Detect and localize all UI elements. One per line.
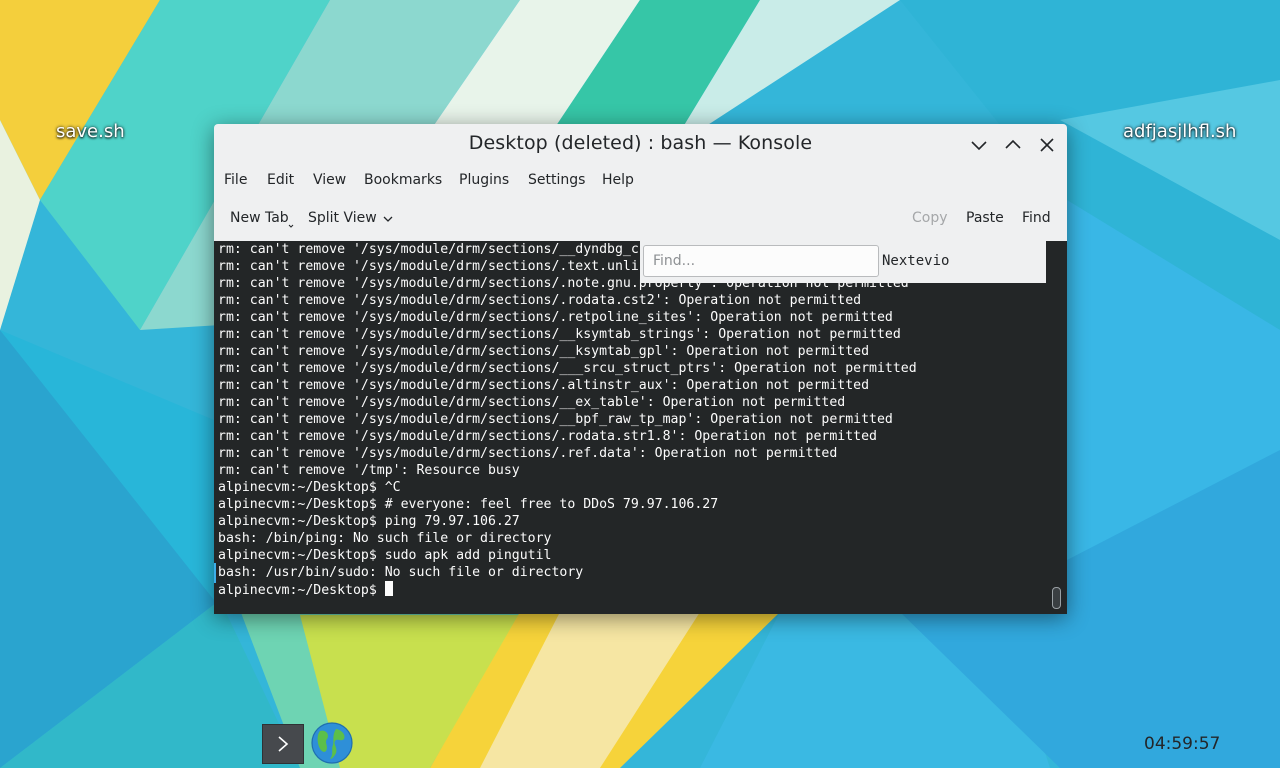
terminal-line: bash: /bin/ping: No such file or directo…: [218, 531, 552, 546]
terminal-line: rm: can't remove '/sys/module/drm/sectio…: [218, 429, 877, 444]
minimize-button[interactable]: [968, 134, 990, 156]
clock[interactable]: 04:59:57: [1144, 734, 1220, 754]
dropdown-arrow-icon: [288, 224, 294, 228]
desktop-icon-save-sh[interactable]: save.sh: [56, 121, 125, 142]
terminal-line: rm: can't remove '/sys/module/drm/sectio…: [218, 361, 917, 376]
terminal-line: alpinecvm:~/Desktop$ # everyone: feel fr…: [218, 497, 719, 512]
terminal-line: rm: can't remove '/sys/module/drm/sectio…: [218, 293, 862, 308]
desktop-icon-adfjasjlhfl-sh[interactable]: adfjasjlhfl.sh: [1123, 121, 1236, 142]
terminal-line: rm: can't remove '/sys/module/drm/sectio…: [218, 344, 870, 359]
menu-view[interactable]: View: [313, 172, 346, 188]
terminal-line: bash: /usr/bin/sudo: No such file or dir…: [218, 565, 584, 580]
terminal-line: rm: can't remove '/sys/module/drm/sectio…: [218, 378, 870, 393]
maximize-button[interactable]: [1002, 134, 1024, 156]
terminal-prompt-line: alpinecvm:~/Desktop$: [218, 581, 917, 598]
konsole-window: Desktop (deleted) : bash — Konsole File …: [214, 124, 1067, 614]
terminal-view[interactable]: rm: can't remove '/sys/module/drm/sectio…: [214, 241, 1067, 614]
paste-button[interactable]: Paste: [966, 210, 1004, 226]
terminal-prompt: alpinecvm:~/Desktop$: [218, 583, 385, 598]
toolbar: New Tab Split View Copy Paste Find: [214, 206, 1067, 232]
web-browser-icon[interactable]: [310, 721, 354, 765]
terminal-line: rm: can't remove '/sys/module/drm/sectio…: [218, 310, 893, 325]
copy-button[interactable]: Copy: [912, 210, 948, 226]
new-tab-button[interactable]: New Tab: [230, 210, 289, 226]
menu-plugins[interactable]: Plugins: [459, 172, 509, 188]
menu-edit[interactable]: Edit: [267, 172, 294, 188]
menu-settings[interactable]: Settings: [528, 172, 585, 188]
split-view-button[interactable]: Split View: [308, 210, 377, 226]
terminal-line: rm: can't remove '/tmp': Resource busy: [218, 463, 520, 478]
find-next-button[interactable]: Nextevio: [882, 253, 949, 269]
chevron-up-icon: [1005, 139, 1021, 149]
find-bar: Nextevio: [640, 241, 1046, 283]
terminal-line: rm: can't remove '/sys/module/drm/sectio…: [218, 395, 846, 410]
selection-marker: [214, 563, 216, 583]
terminal-line: alpinecvm:~/Desktop$ ^C: [218, 480, 401, 495]
terminal-line: rm: can't remove '/sys/module/drm/sectio…: [218, 446, 838, 461]
terminal-line: alpinecvm:~/Desktop$ sudo apk add pingut…: [218, 548, 552, 563]
find-input[interactable]: [643, 245, 879, 277]
close-icon: [1040, 138, 1054, 152]
chevron-down-icon[interactable]: [382, 214, 394, 224]
find-button[interactable]: Find: [1022, 210, 1051, 226]
terminal-line: rm: can't remove '/sys/module/drm/sectio…: [218, 327, 901, 342]
scrollbar-handle[interactable]: [1052, 587, 1061, 609]
chevron-right-icon: [278, 736, 289, 752]
terminal-line: rm: can't remove '/sys/module/drm/sectio…: [218, 412, 893, 427]
chevron-down-icon: [971, 141, 987, 151]
terminal-cursor: [384, 581, 393, 596]
window-title: Desktop (deleted) : bash — Konsole: [468, 132, 813, 154]
menu-file[interactable]: File: [224, 172, 247, 188]
menu-bookmarks[interactable]: Bookmarks: [364, 172, 442, 188]
menu-help[interactable]: Help: [602, 172, 634, 188]
terminal-line: alpinecvm:~/Desktop$ ping 79.97.106.27: [218, 514, 520, 529]
application-launcher-button[interactable]: [262, 724, 304, 764]
title-bar[interactable]: Desktop (deleted) : bash — Konsole: [214, 124, 1067, 166]
terminal-output: rm: can't remove '/sys/module/drm/sectio…: [218, 241, 917, 598]
close-button[interactable]: [1036, 134, 1058, 156]
